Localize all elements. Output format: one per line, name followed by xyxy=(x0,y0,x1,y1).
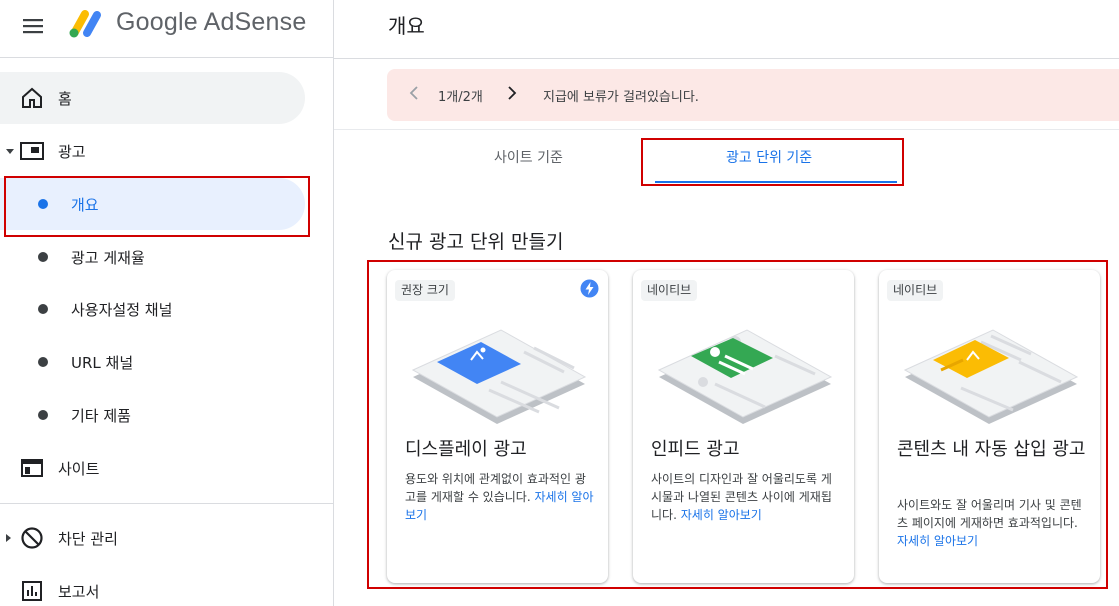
tab-by-ad-unit[interactable]: 광고 단위 기준 xyxy=(726,147,812,167)
learn-more-link[interactable]: 자세히 알아보기 xyxy=(897,534,978,548)
adsense-logo[interactable] xyxy=(66,6,106,40)
card-description-text: 사이트와도 잘 어울리며 기사 및 콘텐츠 페이지에 게재하면 효과적입니다. xyxy=(897,498,1082,530)
alert-counter: 1개/2개 xyxy=(438,90,483,105)
bullet-icon xyxy=(38,357,48,367)
card-display-ad[interactable]: 권장 크기 디스플레이 광고 용도와 위치에 관계없이 효과적인 광고를 게재할… xyxy=(387,270,608,583)
sidebar-item-label: URL 채널 xyxy=(71,353,134,372)
tab-active-indicator xyxy=(655,181,897,183)
card-description: 사이트의 디자인과 잘 어울리도록 게시물과 나열된 콘텐츠 사이에 게재됩니다… xyxy=(651,470,841,524)
card-title: 인피드 광고 xyxy=(651,439,740,460)
sidebar-item-label: 보고서 xyxy=(58,582,100,601)
sidebar: Google AdSense 홈 광고 개요 광고 게재율 사용자설정 채널 U… xyxy=(0,0,334,606)
brand-bar: Google AdSense xyxy=(0,0,334,58)
sites-icon xyxy=(21,459,43,477)
tab-by-site[interactable]: 사이트 기준 xyxy=(494,147,563,167)
sidebar-item-label: 사용자설정 채널 xyxy=(71,300,173,319)
header-divider xyxy=(334,58,1119,59)
learn-more-link[interactable]: 자세히 알아보기 xyxy=(681,508,762,522)
display-ad-illustration-icon xyxy=(411,329,587,424)
infeed-ad-illustration-icon xyxy=(657,329,833,424)
alert-message: 지급에 보류가 걸려있습니다. xyxy=(543,90,699,105)
sidebar-item-label: 기타 제품 xyxy=(71,406,131,425)
card-chip: 권장 크기 xyxy=(395,280,455,301)
tabs-divider xyxy=(334,129,1119,130)
bullet-icon xyxy=(38,252,48,262)
card-chip: 네이티브 xyxy=(641,280,698,301)
menu-icon[interactable] xyxy=(22,14,46,38)
sidebar-item-reports[interactable]: 보고서 xyxy=(0,565,305,606)
card-description: 용도와 위치에 관계없이 효과적인 광고를 게재할 수 있습니다. 자세히 알아… xyxy=(405,470,595,524)
sidebar-item-label: 홈 xyxy=(58,89,72,108)
sidebar-item-coverage[interactable]: 광고 게재율 xyxy=(0,231,305,283)
card-description: 사이트와도 잘 어울리며 기사 및 콘텐츠 페이지에 게재하면 효과적입니다. … xyxy=(897,496,1087,550)
card-title: 디스플레이 광고 xyxy=(405,439,527,460)
sidebar-divider xyxy=(0,503,334,504)
card-infeed-ad[interactable]: 네이티브 인피드 광고 사이트의 디자인과 잘 어울리도록 게시물과 나열된 콘… xyxy=(633,270,854,583)
block-icon xyxy=(21,527,43,549)
sidebar-item-label: 개요 xyxy=(71,195,99,214)
chevron-down-icon[interactable] xyxy=(6,149,14,154)
sidebar-item-url-channels[interactable]: URL 채널 xyxy=(0,336,305,388)
chevron-right-icon[interactable] xyxy=(507,85,517,101)
sidebar-item-other-products[interactable]: 기타 제품 xyxy=(0,389,305,441)
page-title: 개요 xyxy=(388,14,425,38)
card-title: 콘텐츠 내 자동 삽입 광고 xyxy=(897,439,1086,460)
sidebar-item-overview[interactable]: 개요 xyxy=(0,178,305,230)
sidebar-item-custom-channels[interactable]: 사용자설정 채널 xyxy=(0,283,305,335)
card-chip: 네이티브 xyxy=(887,280,944,301)
chevron-left-icon[interactable] xyxy=(409,85,419,101)
alert-banner: 1개/2개 지급에 보류가 걸려있습니다. xyxy=(387,69,1119,121)
ads-icon xyxy=(20,142,44,160)
section-title: 신규 광고 단위 만들기 xyxy=(388,231,564,253)
app-root: Google AdSense 홈 광고 개요 광고 게재율 사용자설정 채널 U… xyxy=(0,0,1119,606)
reports-icon xyxy=(22,581,42,601)
brand-name: Google AdSense xyxy=(116,8,307,36)
home-icon xyxy=(22,87,42,108)
chevron-right-icon[interactable] xyxy=(6,534,11,542)
bullet-icon xyxy=(38,199,48,209)
sidebar-item-sites[interactable]: 사이트 xyxy=(0,442,305,494)
in-article-ad-illustration-icon xyxy=(903,329,1079,424)
sidebar-item-block-controls[interactable]: 차단 관리 xyxy=(0,512,305,564)
bullet-icon xyxy=(38,410,48,420)
sidebar-item-label: 광고 게재율 xyxy=(71,248,145,267)
sidebar-item-label: 사이트 xyxy=(58,459,100,478)
sidebar-item-home[interactable]: 홈 xyxy=(0,72,305,124)
bullet-icon xyxy=(38,304,48,314)
sidebar-item-label: 차단 관리 xyxy=(58,529,118,548)
bolt-icon xyxy=(580,279,599,298)
sidebar-item-ads[interactable]: 광고 xyxy=(0,125,305,177)
card-in-article-ad[interactable]: 네이티브 콘텐츠 내 자동 삽입 광고 사이트와도 잘 어울리며 기사 및 콘텐… xyxy=(879,270,1100,583)
sidebar-item-label: 광고 xyxy=(58,142,86,161)
